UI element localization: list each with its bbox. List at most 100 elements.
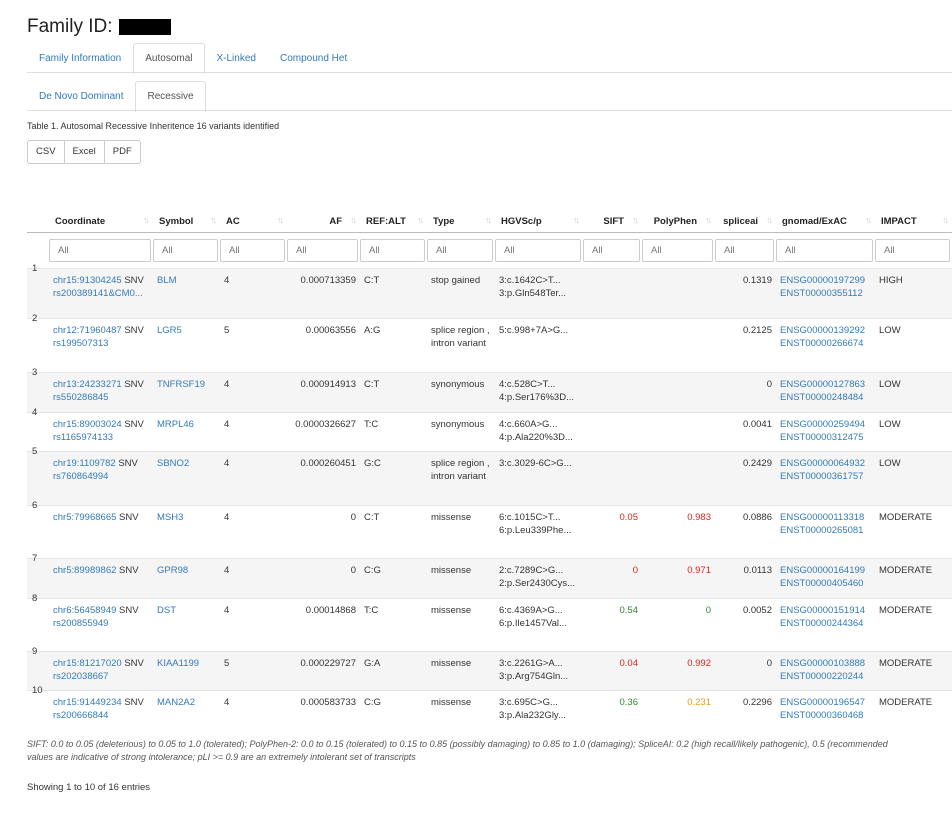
sort-icon[interactable]: ↑↓ <box>573 215 580 225</box>
rsid-link[interactable]: rs202038667 <box>53 670 149 683</box>
gene-symbol-link[interactable]: MAN2A2 <box>157 697 195 708</box>
ensg-link[interactable]: ENSG00000151914 <box>780 605 865 616</box>
filter-input-af[interactable] <box>287 239 358 262</box>
tab-x-linked[interactable]: X-Linked <box>205 43 268 73</box>
header-hgvsc-p[interactable]: HGVSc/p ↑↓ <box>495 210 583 233</box>
filter-input-coordinate[interactable] <box>49 239 151 262</box>
coordinate-link[interactable]: chr5:79968665 <box>53 512 116 523</box>
header-type[interactable]: Type ↑↓ <box>427 210 495 233</box>
enst-link[interactable]: ENST00000244364 <box>780 618 863 629</box>
subtab-recessive[interactable]: Recessive <box>135 81 206 112</box>
enst-link[interactable]: ENST00000361757 <box>780 471 863 482</box>
coordinate-link[interactable]: chr15:91304245 <box>53 275 122 286</box>
sort-icon[interactable]: ↑↓ <box>350 215 357 225</box>
enst-link[interactable]: ENST00000220244 <box>780 671 863 682</box>
enst-link[interactable]: ENST00000355112 <box>780 288 863 299</box>
header-spliceai[interactable]: spliceai ↑↓ <box>715 210 776 233</box>
sort-icon[interactable]: ↑↓ <box>766 215 773 225</box>
gene-symbol-link[interactable]: GPR98 <box>157 565 188 576</box>
redacted-family-id <box>118 19 171 35</box>
coordinate-link[interactable]: chr5:89989862 <box>53 565 116 576</box>
gene-symbol-link[interactable]: BLM <box>157 275 177 286</box>
sort-icon[interactable]: ↑↓ <box>632 215 639 225</box>
rsid-link[interactable]: rs200855949 <box>53 617 149 630</box>
filter-input-sift[interactable] <box>583 239 640 262</box>
coordinate-link[interactable]: chr12:71960487 <box>53 325 122 336</box>
header-ref-alt[interactable]: REF:ALT ↑↓ <box>360 210 427 233</box>
ensg-link[interactable]: ENSG00000064932 <box>780 458 865 469</box>
rsid-link[interactable]: rs200389141&CM0... <box>53 287 149 300</box>
header-polyphen[interactable]: PolyPhen ↑↓ <box>642 210 715 233</box>
filter-input-spliceai[interactable] <box>715 239 774 262</box>
sort-icon[interactable]: ↑↓ <box>942 215 949 225</box>
filter-input-hgvsc-p[interactable] <box>495 239 581 262</box>
ensg-link[interactable]: ENSG00000259494 <box>780 419 865 430</box>
gene-symbol-link[interactable]: MRPL46 <box>157 419 194 430</box>
subtab-de-novo-dominant[interactable]: De Novo Dominant <box>27 81 135 111</box>
coordinate-link[interactable]: chr15:89003024 <box>53 419 122 430</box>
refalt-value: T:C <box>364 605 379 616</box>
gene-symbol-link[interactable]: DST <box>157 605 176 616</box>
filter-input-impact[interactable] <box>875 239 950 262</box>
header-impact[interactable]: IMPACT ↑↓ <box>875 210 952 233</box>
sift-score: 0.54 <box>619 605 639 616</box>
csv-button[interactable]: CSV <box>27 140 65 164</box>
gene-symbol-link[interactable]: SBNO2 <box>157 458 189 469</box>
header-symbol[interactable]: Symbol ↑↓ <box>153 210 220 233</box>
header-sift[interactable]: SIFT ↑↓ <box>583 210 642 233</box>
ensg-link[interactable]: ENSG00000164199 <box>780 565 865 576</box>
sort-icon[interactable]: ↑↓ <box>705 215 712 225</box>
coordinate-link[interactable]: chr13:24233271 <box>53 379 122 390</box>
tabs-divider <box>27 72 952 73</box>
coordinate-link[interactable]: chr19:1109782 <box>53 458 116 469</box>
ensg-link[interactable]: ENSG00000127863 <box>780 379 865 390</box>
enst-link[interactable]: ENST00000265081 <box>780 525 863 536</box>
tab-autosomal[interactable]: Autosomal <box>133 43 205 74</box>
ensg-link[interactable]: ENSG00000139292 <box>780 325 865 336</box>
filter-input-polyphen[interactable] <box>642 239 713 262</box>
rsid-link[interactable]: rs760864994 <box>53 470 149 483</box>
filter-input-ac[interactable] <box>220 239 285 262</box>
coordinate-link[interactable]: chr15:91449234 <box>53 697 122 708</box>
enst-link[interactable]: ENST00000360468 <box>780 710 863 721</box>
ensg-link[interactable]: ENSG00000103888 <box>780 658 865 669</box>
header-af[interactable]: AF ↑↓ <box>287 210 360 233</box>
rsid-link[interactable]: rs199507313 <box>53 337 149 350</box>
filter-input-ref-alt[interactable] <box>360 239 425 262</box>
enst-link[interactable]: ENST00000248484 <box>780 392 863 403</box>
sort-icon[interactable]: ↑↓ <box>210 215 217 225</box>
sort-icon[interactable]: ↑↓ <box>143 215 150 225</box>
rsid-link[interactable]: rs550286845 <box>53 391 149 404</box>
enst-link[interactable]: ENST00000266674 <box>780 338 863 349</box>
sort-icon[interactable]: ↑↓ <box>865 215 872 225</box>
tab-family-information[interactable]: Family Information <box>27 43 133 73</box>
coordinate-link[interactable]: chr15:81217020 <box>53 658 122 669</box>
filter-input-type[interactable] <box>427 239 493 262</box>
enst-link[interactable]: ENST00000405460 <box>780 578 863 589</box>
main-tabs: Family Information Autosomal X-Linked Compo… <box>27 43 359 74</box>
sort-icon[interactable]: ↑↓ <box>417 215 424 225</box>
header-gnomad-exac[interactable]: gnomad/ExAC ↑↓ <box>776 210 875 233</box>
enst-link[interactable]: ENST00000312475 <box>780 432 863 443</box>
header-ac[interactable]: AC ↑↓ <box>220 210 287 233</box>
sort-icon[interactable]: ↑↓ <box>277 215 284 225</box>
tab-compound-het[interactable]: Compound Het <box>268 43 359 73</box>
gene-symbol-link[interactable]: LGR5 <box>157 325 182 336</box>
gene-symbol-link[interactable]: MSH3 <box>157 512 183 523</box>
rsid-link[interactable]: rs200666844 <box>53 709 149 722</box>
coordinate-link[interactable]: chr6:56458949 <box>53 605 116 616</box>
filter-input-gnomad-exac[interactable] <box>776 239 873 262</box>
af-value: 0.000713359 <box>300 275 356 286</box>
pdf-button[interactable]: PDF <box>103 140 141 164</box>
excel-button[interactable]: Excel <box>63 140 105 164</box>
header-coordinate[interactable]: Coordinate ↑↓ <box>49 210 153 233</box>
row-number: 4 <box>32 407 38 418</box>
rsid-link[interactable]: rs1165974133 <box>53 431 149 444</box>
sort-icon[interactable]: ↑↓ <box>485 215 492 225</box>
ensg-link[interactable]: ENSG00000113318 <box>780 512 864 523</box>
gene-symbol-link[interactable]: KIAA1199 <box>157 658 199 669</box>
filter-input-symbol[interactable] <box>153 239 218 262</box>
ensg-link[interactable]: ENSG00000196547 <box>780 697 865 708</box>
ensg-link[interactable]: ENSG00000197299 <box>780 275 865 286</box>
gene-symbol-link[interactable]: TNFRSF19 <box>157 379 205 390</box>
